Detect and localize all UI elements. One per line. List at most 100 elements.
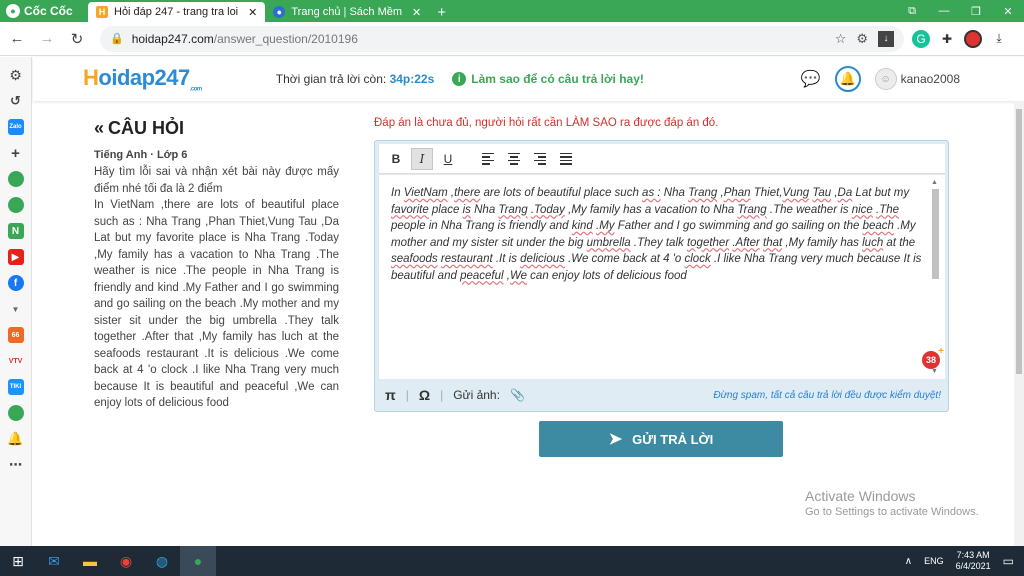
spellcheck-word: restaurant — [440, 253, 493, 265]
url-input[interactable]: 🔒 hoidap247.com /answer_question/2010196… — [100, 25, 904, 52]
double-chevron-left-icon[interactable]: « — [94, 118, 104, 138]
paperclip-icon[interactable]: 📎 — [510, 388, 525, 402]
scroll-thumb[interactable] — [932, 189, 939, 279]
reader-icon[interactable]: ⧉ — [896, 0, 928, 22]
reload-button[interactable]: ↻ — [64, 26, 90, 52]
vtv-icon[interactable]: VTV — [8, 353, 24, 369]
edge-icon[interactable]: ◍ — [144, 546, 180, 576]
grammarly-icon[interactable]: G — [912, 29, 930, 48]
zalo-icon[interactable]: Zalo — [7, 119, 24, 135]
settings-gear-icon[interactable]: ⚙ — [8, 67, 24, 83]
new-tab-button[interactable]: + — [429, 2, 454, 22]
language-indicator[interactable]: ENG — [924, 556, 944, 566]
facebook-icon[interactable]: f — [7, 275, 24, 291]
browser-brand[interactable]: ● Cốc Cốc — [0, 0, 88, 22]
submit-answer-button[interactable]: ➤ GỬI TRẢ LỜI — [539, 421, 783, 457]
timer-value: 34p:22s — [389, 72, 435, 86]
spellcheck-word: Trang — [498, 203, 528, 216]
spellcheck-word: Trang — [737, 203, 767, 216]
align-justify-button[interactable] — [555, 148, 577, 170]
answer-text-run: ,My family has — [782, 236, 863, 249]
align-left-button[interactable] — [477, 148, 499, 170]
chat-icon[interactable]: 💬 — [801, 69, 821, 89]
answer-text-run: Lat but my — [852, 187, 910, 199]
answer-textarea[interactable]: In VietNam ,there are lots of beautiful … — [379, 175, 945, 379]
action-center-icon[interactable]: ▭ — [1003, 554, 1014, 568]
downloads-icon[interactable]: ⤓ — [990, 30, 1008, 48]
editor-toolbar: B I U — [379, 144, 945, 174]
system-tray: ∧ ENG 7:43 AM 6/4/2021 ▭ — [905, 550, 1024, 572]
chrome-icon[interactable]: ◉ — [108, 546, 144, 576]
tray-chevron-up-icon[interactable]: ∧ — [905, 556, 912, 567]
tab-sachmem[interactable]: ● Trang chủ | Sách Mềm ✕ — [265, 2, 429, 22]
align-right-button[interactable] — [529, 148, 551, 170]
file-explorer-icon[interactable]: ▬ — [72, 546, 108, 576]
mail-icon[interactable]: ✉ — [36, 546, 72, 576]
windows-start-icon[interactable]: ⊞ — [0, 546, 36, 576]
extension-badge-icon[interactable]: ⚙ — [856, 31, 868, 47]
answer-text-run: Nha — [470, 203, 499, 216]
url-path: /answer_question/2010196 — [213, 31, 358, 46]
tips-link[interactable]: i Làm sao để có câu trả lời hay! — [452, 72, 644, 86]
tab-hoidap[interactable]: H Hỏi đáp 247 - trang tra loi ✕ — [88, 2, 266, 22]
coccoc-taskbar-icon[interactable]: ● — [180, 546, 216, 576]
omega-symbol-button[interactable]: Ω — [419, 387, 430, 403]
underline-button[interactable]: U — [437, 148, 459, 170]
italic-button[interactable]: I — [411, 147, 433, 170]
bold-button[interactable]: B — [385, 148, 407, 170]
shop-icon[interactable]: 66 — [7, 327, 24, 343]
spellcheck-word: beach — [862, 220, 894, 232]
puzzle-icon[interactable]: ✚ — [938, 30, 956, 48]
grammar-counter-badge[interactable]: 38 — [922, 346, 944, 369]
align-center-button[interactable] — [503, 148, 525, 170]
add-icon[interactable]: + — [8, 145, 24, 162]
forward-button[interactable]: → — [34, 26, 60, 52]
clock[interactable]: 7:43 AM 6/4/2021 — [956, 550, 991, 572]
attach-image-label: Gửi ảnh: — [453, 388, 500, 402]
coccoc-app-icon[interactable] — [7, 171, 24, 187]
spellcheck-word: .After — [732, 236, 760, 249]
bookmark-star-icon[interactable]: ☆ — [835, 31, 847, 47]
download-icon[interactable]: ↓ — [878, 30, 894, 47]
hoidap247-logo[interactable]: Hoidap247.com — [83, 65, 202, 92]
spellcheck-word: Phan — [723, 187, 751, 199]
avatar[interactable]: ☺ — [874, 68, 897, 90]
back-button[interactable]: ← — [4, 26, 30, 52]
tiki-icon[interactable]: TIKI — [7, 379, 24, 395]
answer-text-run: are lots of beautiful place such — [480, 187, 643, 199]
page-scrollbar[interactable] — [1014, 101, 1024, 546]
browser-brand-label: Cốc Cốc — [24, 4, 73, 18]
spellcheck-word: is — [462, 203, 471, 216]
answer-text-run: Thiet, — [750, 187, 783, 199]
close-window-button[interactable]: ✕ — [992, 0, 1024, 22]
close-icon[interactable]: ✕ — [412, 6, 421, 19]
info-icon: i — [452, 72, 467, 86]
maximize-button[interactable]: ❐ — [960, 0, 992, 22]
spellcheck-word: VietNam — [403, 187, 448, 199]
window-controls: ⧉ — ❐ ✕ — [896, 0, 1024, 22]
more-icon[interactable]: ⋯ — [8, 457, 24, 473]
pi-symbol-button[interactable]: π — [385, 387, 396, 403]
chevron-down-icon[interactable]: ▼ — [8, 301, 24, 317]
bell-icon[interactable]: 🔔 — [834, 66, 861, 92]
game-icon[interactable] — [7, 405, 24, 421]
activate-windows-watermark: Activate Windows Go to Settings to activ… — [805, 488, 979, 518]
windows-taskbar: ⊞ ✉ ▬ ◉ ◍ ● ∧ ENG 7:43 AM 6/4/2021 ▭ — [0, 546, 1024, 576]
minimize-button[interactable]: — — [928, 0, 960, 22]
history-icon[interactable]: ↺ — [8, 93, 24, 109]
scroll-up-icon[interactable]: ▲ — [931, 179, 938, 186]
youtube-icon[interactable]: ▶ — [7, 249, 24, 265]
profile-icon[interactable] — [964, 29, 982, 48]
close-icon[interactable]: ✕ — [248, 6, 257, 19]
question-subject: Tiếng Anh · Lớp 6 — [94, 149, 188, 161]
scroll-down-icon[interactable]: ▼ — [931, 368, 938, 375]
answer-text-run: In — [391, 187, 404, 199]
spellcheck-word: Da — [837, 187, 853, 199]
news-icon[interactable]: N — [7, 223, 24, 239]
coccoc-app2-icon[interactable] — [7, 197, 24, 213]
notification-bell-icon[interactable]: 🔔 — [7, 431, 23, 447]
spellcheck-word: nice — [851, 203, 873, 216]
answer-text-run: .The weather is — [766, 203, 852, 216]
page-scroll-thumb[interactable] — [1016, 109, 1022, 374]
username[interactable]: kanao2008 — [901, 72, 960, 86]
